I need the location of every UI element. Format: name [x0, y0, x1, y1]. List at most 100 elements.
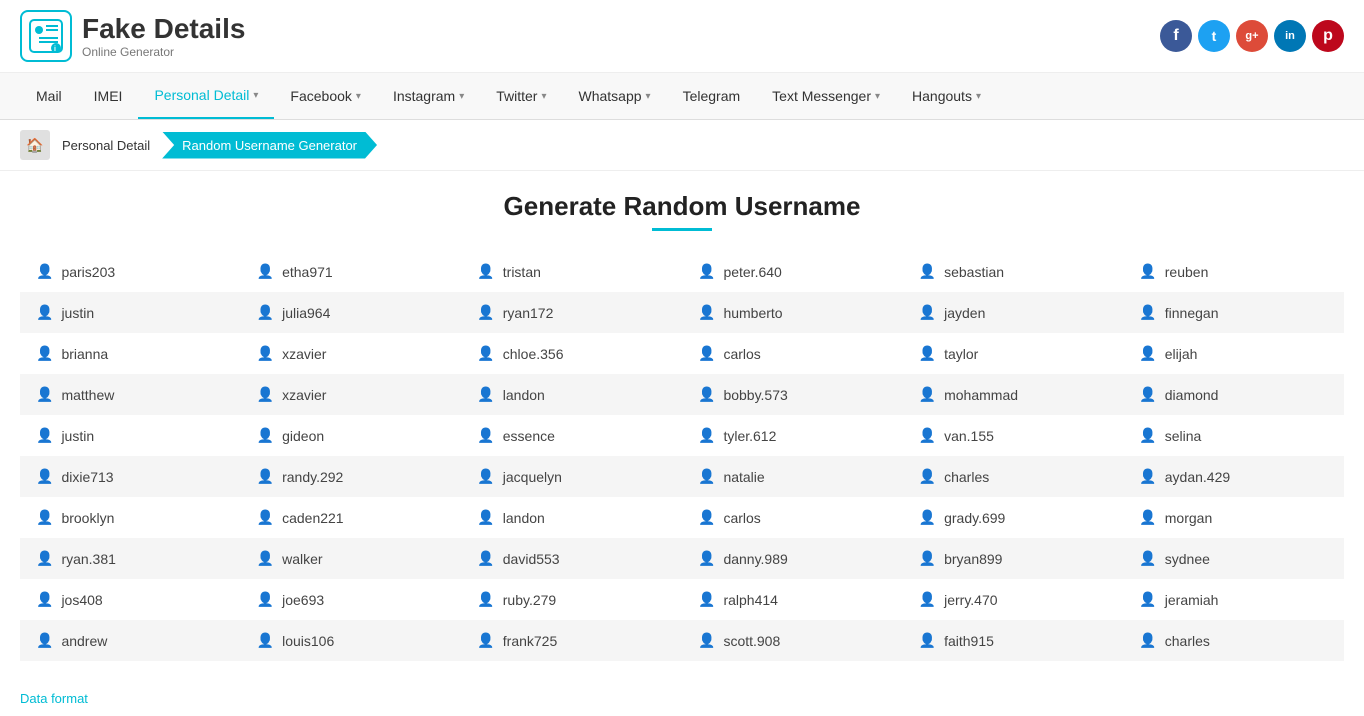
nav-whatsapp[interactable]: Whatsapp ▾ [562, 74, 666, 118]
username-item[interactable]: 👤landon [461, 497, 682, 538]
username-item[interactable]: 👤ruby.279 [461, 579, 682, 620]
username-item[interactable]: 👤brianna [20, 333, 241, 374]
username-item[interactable]: 👤sydnee [1123, 538, 1344, 579]
username-label: xzavier [282, 346, 326, 362]
username-item[interactable]: 👤charles [903, 456, 1124, 497]
nav-hangouts[interactable]: Hangouts ▾ [896, 74, 997, 118]
username-item[interactable]: 👤dixie713 [20, 456, 241, 497]
nav-imei[interactable]: IMEI [78, 74, 139, 118]
pinterest-icon[interactable]: p [1312, 20, 1344, 52]
user-icon: 👤 [36, 304, 53, 321]
username-item[interactable]: 👤gideon [241, 415, 462, 456]
username-item[interactable]: 👤selina [1123, 415, 1344, 456]
username-item[interactable]: 👤scott.908 [682, 620, 903, 661]
username-label: ryan.381 [61, 551, 115, 567]
username-label: charles [1165, 633, 1210, 649]
nav-mail[interactable]: Mail [20, 74, 78, 118]
user-icon: 👤 [698, 509, 715, 526]
username-item[interactable]: 👤mohammad [903, 374, 1124, 415]
username-item[interactable]: 👤jeramiah [1123, 579, 1344, 620]
username-label: taylor [944, 346, 978, 362]
username-label: landon [503, 387, 545, 403]
username-item[interactable]: 👤landon [461, 374, 682, 415]
username-item[interactable]: 👤etha971 [241, 251, 462, 292]
username-item[interactable]: 👤frank725 [461, 620, 682, 661]
username-item[interactable]: 👤bryan899 [903, 538, 1124, 579]
username-item[interactable]: 👤finnegan [1123, 292, 1344, 333]
nav-twitter[interactable]: Twitter ▾ [480, 74, 562, 118]
twitter-arrow: ▾ [541, 91, 546, 102]
username-item[interactable]: 👤matthew [20, 374, 241, 415]
username-item[interactable]: 👤aydan.429 [1123, 456, 1344, 497]
username-item[interactable]: 👤julia964 [241, 292, 462, 333]
logo-subtitle: Online Generator [82, 45, 245, 59]
username-label: reuben [1165, 264, 1209, 280]
nav-text-messenger[interactable]: Text Messenger ▾ [756, 74, 896, 118]
data-format-link[interactable]: Data format [0, 681, 1364, 716]
username-item[interactable]: 👤walker [241, 538, 462, 579]
user-icon: 👤 [36, 591, 53, 608]
username-item[interactable]: 👤bobby.573 [682, 374, 903, 415]
username-label: ralph414 [723, 592, 778, 608]
title-underline [652, 228, 712, 231]
user-icon: 👤 [257, 386, 274, 403]
username-item[interactable]: 👤grady.699 [903, 497, 1124, 538]
breadcrumb: 🏠 Personal Detail Random Username Genera… [0, 120, 1364, 171]
username-item[interactable]: 👤morgan [1123, 497, 1344, 538]
facebook-icon[interactable]: f [1160, 20, 1192, 52]
username-item[interactable]: 👤randy.292 [241, 456, 462, 497]
username-item[interactable]: 👤humberto [682, 292, 903, 333]
username-item[interactable]: 👤jerry.470 [903, 579, 1124, 620]
user-icon: 👤 [698, 386, 715, 403]
username-item[interactable]: 👤diamond [1123, 374, 1344, 415]
username-item[interactable]: 👤david553 [461, 538, 682, 579]
twitter-icon[interactable]: t [1198, 20, 1230, 52]
username-item[interactable]: 👤paris203 [20, 251, 241, 292]
user-icon: 👤 [257, 263, 274, 280]
username-item[interactable]: 👤jos408 [20, 579, 241, 620]
username-item[interactable]: 👤elijah [1123, 333, 1344, 374]
breadcrumb-personal-detail[interactable]: Personal Detail [50, 132, 162, 159]
username-item[interactable]: 👤jacquelyn [461, 456, 682, 497]
username-item[interactable]: 👤carlos [682, 497, 903, 538]
username-label: sydnee [1165, 551, 1210, 567]
username-item[interactable]: 👤danny.989 [682, 538, 903, 579]
username-item[interactable]: 👤justin [20, 415, 241, 456]
username-item[interactable]: 👤carlos [682, 333, 903, 374]
username-item[interactable]: 👤xzavier [241, 333, 462, 374]
user-icon: 👤 [698, 550, 715, 567]
username-item[interactable]: 👤faith915 [903, 620, 1124, 661]
username-item[interactable]: 👤tristan [461, 251, 682, 292]
username-item[interactable]: 👤caden221 [241, 497, 462, 538]
username-item[interactable]: 👤natalie [682, 456, 903, 497]
username-item[interactable]: 👤ralph414 [682, 579, 903, 620]
username-item[interactable]: 👤andrew [20, 620, 241, 661]
linkedin-icon[interactable]: in [1274, 20, 1306, 52]
username-item[interactable]: 👤tyler.612 [682, 415, 903, 456]
username-item[interactable]: 👤van.155 [903, 415, 1124, 456]
nav-instagram[interactable]: Instagram ▾ [377, 74, 480, 118]
username-item[interactable]: 👤joe693 [241, 579, 462, 620]
username-item[interactable]: 👤xzavier [241, 374, 462, 415]
username-label: david553 [503, 551, 560, 567]
username-item[interactable]: 👤ryan.381 [20, 538, 241, 579]
breadcrumb-home[interactable]: 🏠 [20, 130, 50, 160]
username-item[interactable]: 👤justin [20, 292, 241, 333]
nav-facebook[interactable]: Facebook ▾ [274, 74, 377, 118]
nav-personal-detail[interactable]: Personal Detail ▾ [138, 73, 274, 119]
nav-telegram[interactable]: Telegram [667, 74, 757, 118]
username-item[interactable]: 👤brooklyn [20, 497, 241, 538]
username-item[interactable]: 👤reuben [1123, 251, 1344, 292]
username-item[interactable]: 👤taylor [903, 333, 1124, 374]
username-item[interactable]: 👤louis106 [241, 620, 462, 661]
username-item[interactable]: 👤jayden [903, 292, 1124, 333]
username-item[interactable]: 👤chloe.356 [461, 333, 682, 374]
username-item[interactable]: 👤ryan172 [461, 292, 682, 333]
username-item[interactable]: 👤peter.640 [682, 251, 903, 292]
username-item[interactable]: 👤sebastian [903, 251, 1124, 292]
google-plus-icon[interactable]: g+ [1236, 20, 1268, 52]
username-item[interactable]: 👤essence [461, 415, 682, 456]
user-icon: 👤 [477, 632, 494, 649]
username-label: walker [282, 551, 322, 567]
username-item[interactable]: 👤charles [1123, 620, 1344, 661]
